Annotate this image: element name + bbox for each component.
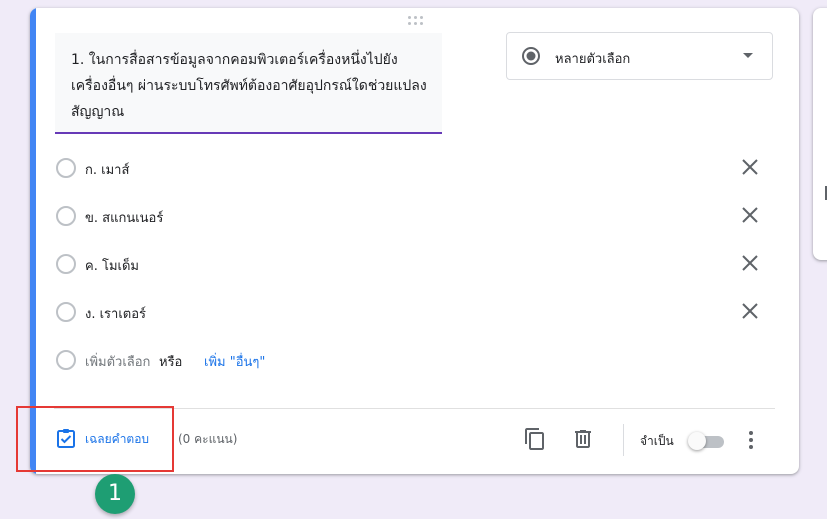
add-other-link[interactable]: เพิ่ม "อื่นๆ" <box>204 351 265 372</box>
question-title-text: 1. ในการสื่อสารข้อมูลจากคอมพิวเตอร์เครื่… <box>71 52 427 120</box>
question-type-label: หลายตัวเลือก <box>555 52 631 67</box>
points-text: (0 คะแนน) <box>178 432 238 446</box>
add-option-button[interactable]: เพิ่มตัวเลือก <box>85 351 150 372</box>
option-label[interactable]: ก. เมาส์ <box>85 159 129 180</box>
chevron-down-icon <box>743 53 753 58</box>
option-label[interactable]: ง. เราเตอร์ <box>85 303 146 324</box>
or-text: หรือ <box>159 355 183 370</box>
option-row[interactable]: ค. โมเด็ม <box>54 249 774 279</box>
more-vert-icon[interactable] <box>739 428 763 452</box>
option-row[interactable]: ก. เมาส์ <box>54 153 774 183</box>
radio-circle-icon <box>56 206 76 226</box>
radio-button-checked-icon <box>522 47 540 65</box>
required-toggle[interactable] <box>688 432 726 450</box>
radio-circle-icon <box>56 302 76 322</box>
toggle-thumb <box>688 432 706 450</box>
footer-vertical-divider <box>623 424 624 456</box>
radio-circle-icon <box>56 350 76 370</box>
question-title-field[interactable]: 1. ในการสื่อสารข้อมูลจากคอมพิวเตอร์เครื่… <box>55 33 442 134</box>
delete-trash-icon[interactable] <box>571 427 595 451</box>
active-card-indicator <box>30 8 36 474</box>
duplicate-icon[interactable] <box>523 427 547 451</box>
step-number-badge: 1 <box>95 474 135 514</box>
option-label[interactable]: ค. โมเด็ม <box>85 255 139 276</box>
question-card[interactable]: 1. ในการสื่อสารข้อมูลจากคอมพิวเตอร์เครื่… <box>30 8 799 474</box>
required-label: จำเป็น <box>640 434 674 448</box>
remove-option-close-icon[interactable] <box>738 155 762 179</box>
floating-toolbar <box>813 8 827 260</box>
question-type-dropdown[interactable]: หลายตัวเลือก <box>506 32 773 80</box>
remove-option-close-icon[interactable] <box>738 203 762 227</box>
remove-option-close-icon[interactable] <box>738 251 762 275</box>
radio-circle-icon <box>56 254 76 274</box>
radio-circle-icon <box>56 158 76 178</box>
option-row[interactable]: ข. สแกนเนอร์ <box>54 201 774 231</box>
add-option-row: เพิ่มตัวเลือก หรือ เพิ่ม "อื่นๆ" <box>54 345 774 375</box>
remove-option-close-icon[interactable] <box>738 299 762 323</box>
drag-handle-icon[interactable] <box>408 16 424 26</box>
option-row[interactable]: ง. เราเตอร์ <box>54 297 774 327</box>
annotation-highlight-box <box>16 406 174 472</box>
option-label[interactable]: ข. สแกนเนอร์ <box>85 207 163 228</box>
